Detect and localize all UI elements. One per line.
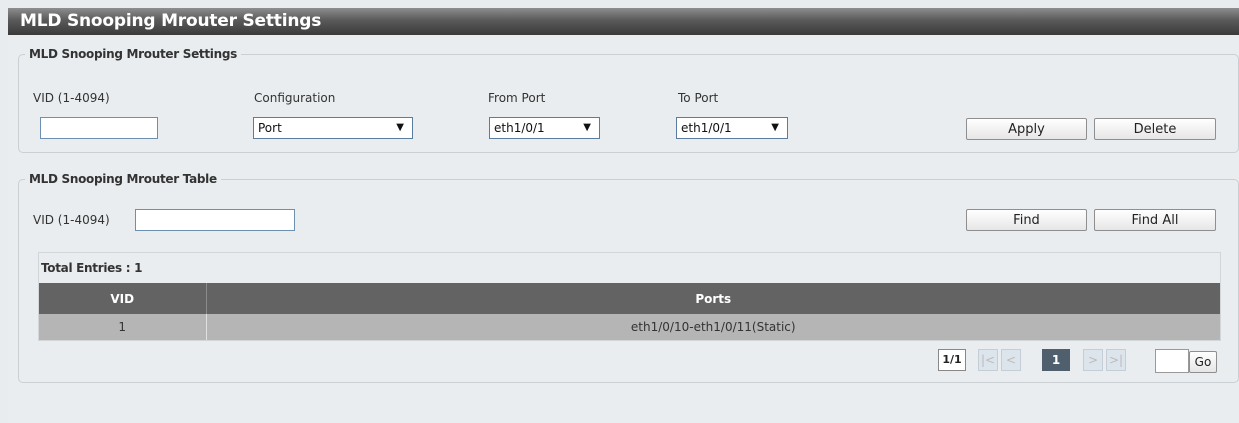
chevron-down-icon: ▼	[583, 122, 591, 133]
from-port-value: eth1/0/1	[494, 121, 545, 135]
configuration-value: Port	[258, 121, 282, 135]
table-vid-input[interactable]	[135, 209, 295, 231]
chevron-down-icon: ▼	[396, 122, 404, 133]
apply-button[interactable]: Apply	[966, 118, 1087, 140]
content-area: MLD Snooping Mrouter Settings VID (1-409…	[8, 35, 1239, 423]
find-all-button[interactable]: Find All	[1094, 209, 1216, 231]
total-entries: Total Entries : 1	[41, 261, 143, 275]
to-port-value: eth1/0/1	[681, 121, 732, 135]
cell-ports: eth1/0/10-eth1/0/11(Static)	[206, 314, 1220, 340]
mrouter-table: VID Ports 1 eth1/0/10-eth1/0/11(Static)	[39, 283, 1220, 340]
column-header-vid: VID	[39, 283, 207, 314]
delete-button[interactable]: Delete	[1094, 118, 1216, 140]
table-row: 1 eth1/0/10-eth1/0/11(Static)	[39, 314, 1220, 340]
table-vid-label: VID (1-4094)	[33, 213, 110, 227]
column-header-ports: Ports	[206, 283, 1220, 314]
page-info: 1/1	[938, 349, 966, 371]
from-port-select[interactable]: eth1/0/1 ▼	[489, 117, 600, 139]
to-port-label: To Port	[678, 91, 719, 105]
find-button[interactable]: Find	[966, 209, 1087, 231]
current-page[interactable]: 1	[1042, 349, 1070, 371]
page-title: MLD Snooping Mrouter Settings	[8, 8, 1239, 35]
first-page-button[interactable]: |<	[978, 349, 998, 371]
configuration-select[interactable]: Port ▼	[253, 117, 413, 139]
settings-legend: MLD Snooping Mrouter Settings	[29, 47, 237, 61]
table-legend: MLD Snooping Mrouter Table	[29, 172, 217, 186]
table-header-row: VID Ports	[39, 283, 1220, 314]
vid-input[interactable]	[40, 117, 158, 139]
last-page-button[interactable]: >|	[1106, 349, 1126, 371]
mrouter-table-container: Total Entries : 1 VID Ports 1 eth1/0/10-…	[38, 252, 1221, 341]
chevron-down-icon: ▼	[771, 122, 779, 133]
cell-vid: 1	[39, 314, 207, 340]
configuration-label: Configuration	[254, 91, 336, 105]
vid-label: VID (1-4094)	[33, 91, 110, 105]
next-page-button[interactable]: >	[1083, 349, 1103, 371]
to-port-select[interactable]: eth1/0/1 ▼	[676, 117, 788, 139]
prev-page-button[interactable]: <	[1001, 349, 1021, 371]
go-button[interactable]: Go	[1189, 351, 1217, 373]
goto-page-input[interactable]	[1155, 349, 1189, 373]
from-port-label: From Port	[488, 91, 546, 105]
